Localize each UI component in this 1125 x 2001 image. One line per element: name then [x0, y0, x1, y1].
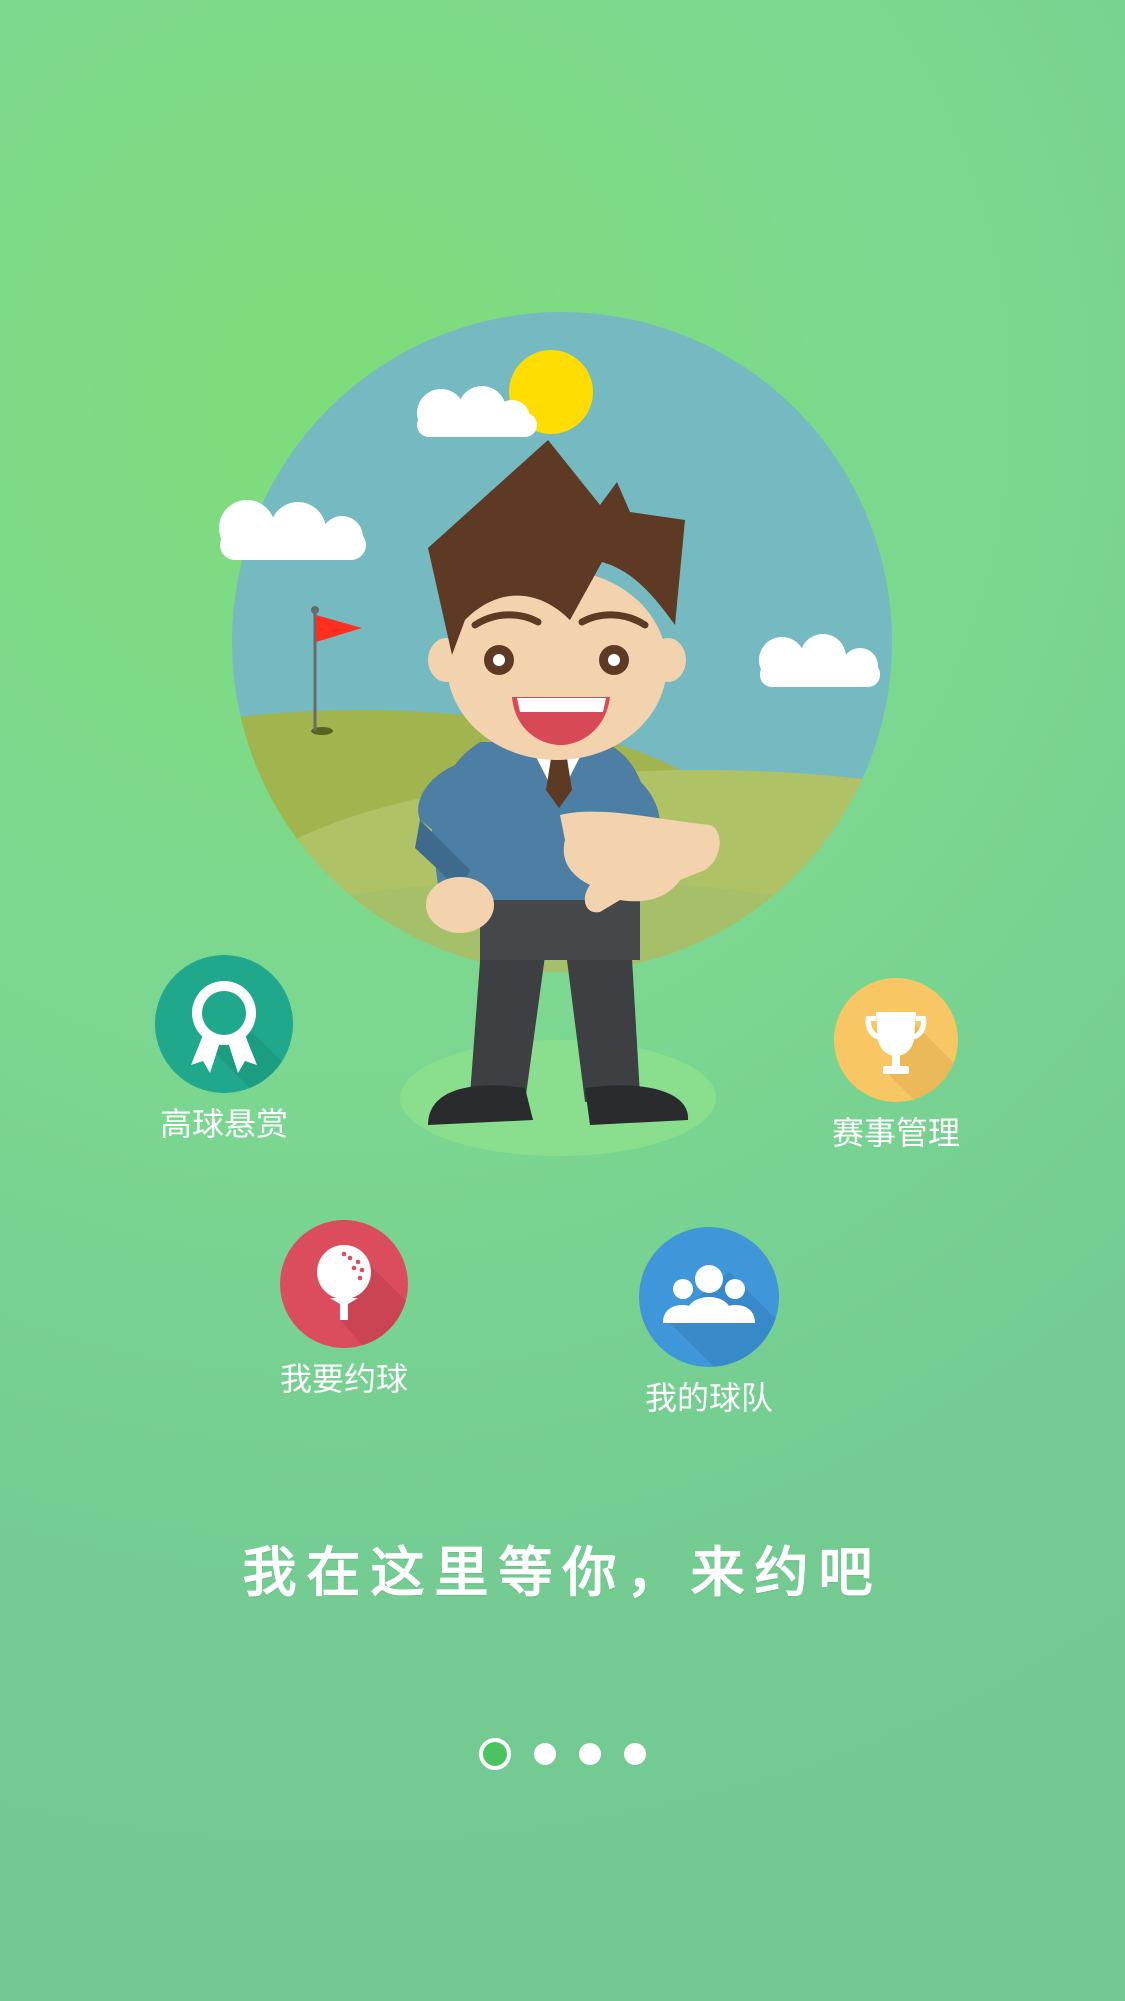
page-indicator-dot[interactable]: [534, 1743, 556, 1765]
book-icon-circle[interactable]: [280, 1220, 408, 1348]
team-icon: [663, 1265, 779, 1367]
match-management-feature-button[interactable]: 赛事管理: [832, 978, 960, 1154]
book-game-feature-button[interactable]: 我要约球: [280, 1220, 408, 1400]
trophy-icon: [865, 1012, 958, 1102]
ribbon-badge-icon: [191, 981, 293, 1093]
my-team-label: 我的球队: [644, 1379, 773, 1417]
slogan-text: 我在这里等你，来约吧: [242, 1540, 883, 1604]
reward-feature-button[interactable]: 高球悬赏: [155, 955, 293, 1145]
match-icon-circle[interactable]: [834, 978, 958, 1102]
page-indicator-dot-active[interactable]: [479, 1738, 511, 1770]
team-icon-circle[interactable]: [639, 1227, 779, 1367]
match-management-label: 赛事管理: [832, 1114, 961, 1152]
my-team-feature-button[interactable]: 我的球队: [639, 1227, 779, 1419]
reward-label: 高球悬赏: [159, 1105, 288, 1143]
page-indicator-dot[interactable]: [579, 1743, 601, 1765]
reward-icon-circle[interactable]: [155, 955, 293, 1093]
book-game-label: 我要约球: [280, 1360, 409, 1398]
page-indicator: [0, 1738, 1125, 1770]
golf-ball-icon: [317, 1245, 408, 1348]
page-indicator-dot[interactable]: [624, 1743, 646, 1765]
